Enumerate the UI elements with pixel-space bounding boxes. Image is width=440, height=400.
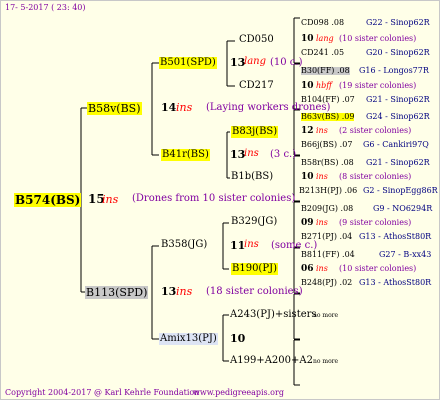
dam-ins: ins: [176, 285, 193, 298]
dam-num: 13: [161, 285, 177, 298]
site-link[interactable]: www.pedigreeapis.org: [193, 389, 284, 397]
root-ins: ins: [102, 193, 119, 206]
cd098-origin: G22 - Sinop62R: [366, 18, 430, 27]
b83j-ins: ins: [316, 126, 328, 135]
b329-num: 09: [301, 218, 314, 228]
pedigree-chart: 17- 5-2017 ( 23: 40) Copyright 2004-2017…: [0, 0, 440, 400]
b41r-ins: ins: [244, 148, 259, 159]
a199-nomore: no more: [313, 358, 339, 365]
sire-ins: ins: [176, 101, 193, 114]
b83j-queen: B83j(BS): [231, 126, 279, 138]
b83j-note: (2 sister colonies): [339, 126, 412, 135]
cd098-note: (10 sister colonies): [339, 34, 417, 43]
b190-ins: ins: [316, 264, 328, 273]
b1b-queen: B1b(BS): [231, 171, 274, 182]
b811-id: B811(FF) .04: [301, 250, 355, 259]
b104-id: B104(FF) .07: [301, 95, 355, 104]
b213h-id: B213H(PJ) .06: [299, 186, 358, 195]
b190-queen: B190(PJ): [231, 263, 278, 275]
cd217-queen: CD217: [239, 80, 274, 91]
copyright-text: Copyright 2004-2017 @ Karl Kehrle Founda…: [5, 388, 200, 397]
b66j-id: B66j(BS) .07: [301, 140, 353, 149]
b209-origin: G9 - NO6294R: [373, 204, 433, 213]
b271-id: B271(PJ) .04: [301, 232, 353, 241]
b329-note: (9 sister colonies): [339, 218, 412, 227]
sire-num: 14: [161, 101, 177, 114]
b358-ins: ins: [244, 239, 259, 250]
b1b-ins: ins: [316, 172, 328, 181]
cd241-id: CD241 .05: [301, 48, 345, 57]
dam-note: (18 sister colonies): [206, 286, 303, 297]
b1b-num: 10: [301, 172, 314, 182]
b83j-num: 12: [301, 126, 314, 136]
b190-num: 06: [301, 264, 314, 274]
a243-nomore: no more: [313, 312, 339, 319]
b248-id: B248(PJ) .02: [301, 278, 353, 287]
b329-queen: B329(JG): [231, 216, 278, 227]
b30-id: B30(FF) .08: [301, 66, 350, 75]
b213h-origin: G2 - SinopEgg86R: [363, 186, 438, 195]
date-stamp: 17- 5-2017 ( 23: 40): [5, 3, 86, 12]
b41r-queen: B41r(BS): [161, 149, 210, 161]
b248-origin: G13 - AthosSt80R: [359, 278, 432, 287]
dam-queen: B113(SPD): [85, 286, 149, 299]
b501-queen: B501(SPD): [159, 57, 217, 69]
b30-ins: hbff: [316, 81, 332, 90]
b501-ins: lang: [244, 56, 267, 67]
cd098-num: 10: [301, 34, 314, 44]
b358-queen: B358(JG): [161, 239, 208, 250]
cd098-ins: lang: [316, 34, 334, 43]
b63v-id: B63v(BS) .09: [301, 112, 355, 121]
b58r-origin: G21 - Sinop62R: [366, 158, 430, 167]
b209-id: B209(JG) .08: [301, 204, 354, 213]
b104-origin: G21 - Sinop62R: [366, 95, 430, 104]
cd050-queen: CD050: [239, 34, 274, 45]
a199-queen: A199+A200+A2: [230, 355, 313, 366]
b329-ins: ins: [316, 218, 328, 227]
b30-note: (19 sister colonies): [339, 81, 417, 90]
b63v-origin: G24 - Sinop62R: [366, 112, 430, 121]
b30-origin: G16 - Longos77R: [359, 66, 429, 75]
root-note: (Drones from 10 sister colonies): [132, 193, 296, 204]
amix-queen: Amix13(PJ): [159, 333, 218, 345]
cd098-id: CD098 .08: [301, 18, 345, 27]
b58r-id: B58r(BS) .08: [301, 158, 354, 167]
b190-note: (10 sister colonies): [339, 264, 417, 273]
a243-queen: A243(PJ)+sisters: [230, 309, 317, 320]
b41r-note: (3 c.): [270, 149, 297, 160]
sire-queen: B58v(BS): [87, 102, 142, 115]
b811-origin: G27 - B-xx43: [379, 250, 432, 259]
b501-note: (10 c.): [270, 57, 303, 68]
b1b-note: (8 sister colonies): [339, 172, 412, 181]
b30-num: 10: [301, 81, 314, 91]
b66j-origin: G6 - Cankiri97Q: [363, 140, 429, 149]
amix-num: 10: [230, 332, 246, 345]
root-queen: B574(BS): [14, 193, 82, 207]
b271-origin: G13 - AthosSt80R: [359, 232, 432, 241]
cd241-origin: G20 - Sinop62R: [366, 48, 430, 57]
